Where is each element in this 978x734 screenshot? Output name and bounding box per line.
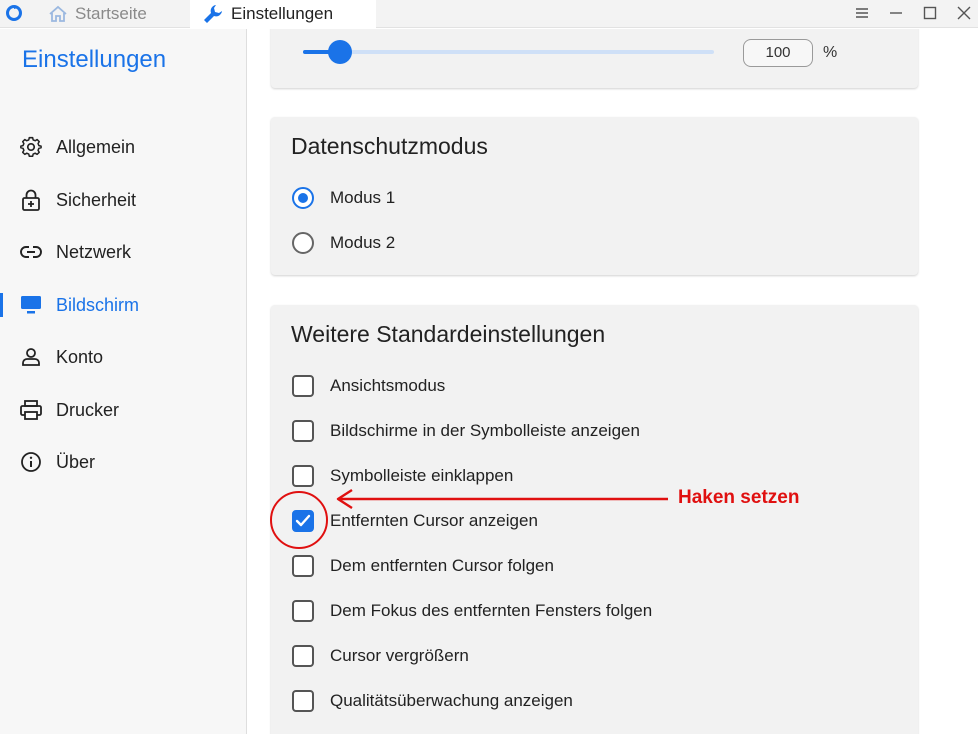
checkbox-label: Qualitätsüberwachung anzeigen (330, 691, 573, 710)
scale-card: 100 % (271, 29, 918, 88)
radio-label: Modus 1 (330, 188, 396, 207)
radio-button[interactable] (292, 187, 314, 209)
maximize-icon[interactable] (921, 4, 939, 22)
tab-home-label: Startseite (75, 4, 147, 23)
main-content: 100 % Datenschutzmodus Modus 1 Modus 2 W… (248, 29, 978, 734)
privacy-title: Datenschutzmodus (291, 133, 488, 159)
radio-modus-1[interactable]: Modus 1 (292, 183, 395, 213)
user-icon (19, 345, 43, 369)
checkbox[interactable] (292, 420, 314, 442)
tab-home[interactable]: Startseite (48, 0, 147, 28)
sidebar-item-label: Drucker (56, 399, 120, 420)
checkbox[interactable] (292, 645, 314, 667)
sidebar-item-label: Bildschirm (56, 294, 140, 315)
app-logo-icon (5, 4, 23, 22)
tab-settings-label: Einstellungen (231, 4, 334, 23)
scale-unit: % (823, 44, 838, 61)
sidebar: Einstellungen Allgemein Sicherheit Netzw… (0, 29, 247, 734)
annotation-arrow-icon (336, 488, 668, 510)
radio-modus-2[interactable]: Modus 2 (292, 228, 395, 258)
more-defaults-card: Weitere Standardeinstellungen Ansichtsmo… (271, 305, 918, 734)
checkbox-ansichtsmodus[interactable]: Ansichtsmodus (292, 371, 445, 401)
checkbox-label: Symbolleiste einklappen (330, 466, 514, 485)
sidebar-item-label: Konto (56, 346, 104, 367)
checkbox-cursor-folgen[interactable]: Dem entfernten Cursor folgen (292, 551, 554, 581)
printer-icon (19, 398, 43, 422)
sidebar-item-label: Über (56, 451, 96, 472)
radio-label: Modus 2 (330, 233, 396, 252)
sidebar-title: Einstellungen (22, 46, 167, 73)
slider-thumb[interactable] (327, 40, 352, 64)
radio-button[interactable] (292, 232, 314, 254)
checkbox-label: Entfernten Cursor anzeigen (330, 511, 538, 530)
gear-icon (19, 135, 43, 159)
checkbox-qualitaetsueberwachung[interactable]: Qualitätsüberwachung anzeigen (292, 686, 573, 716)
scale-row: 100 % (271, 35, 918, 75)
sidebar-item-sicherheit[interactable]: Sicherheit (0, 180, 246, 220)
privacy-card: Datenschutzmodus Modus 1 Modus 2 (271, 117, 918, 275)
checkbox[interactable] (292, 600, 314, 622)
sidebar-item-label: Allgemein (56, 136, 136, 157)
link-icon (19, 240, 43, 264)
sidebar-item-bildschirm[interactable]: Bildschirm (0, 285, 246, 325)
checkbox[interactable] (292, 375, 314, 397)
home-icon (49, 5, 67, 22)
checkbox-fokus-folgen[interactable]: Dem Fokus des entfernten Fensters folgen (292, 596, 652, 626)
more-defaults-title: Weitere Standardeinstellungen (291, 321, 606, 347)
annotation-text: Haken setzen (678, 487, 800, 508)
checkbox-label: Cursor vergrößern (330, 646, 469, 665)
sidebar-item-ueber[interactable]: Über (0, 442, 246, 482)
annotation-circle (270, 491, 328, 549)
sidebar-item-konto[interactable]: Konto (0, 337, 246, 377)
monitor-icon (19, 293, 43, 317)
checkbox-label: Ansichtsmodus (330, 376, 446, 395)
tab-settings[interactable]: Einstellungen (190, 0, 376, 28)
checkbox-label: Dem Fokus des entfernten Fensters folgen (330, 601, 653, 620)
scale-slider[interactable] (303, 40, 714, 64)
sidebar-item-label: Sicherheit (56, 189, 137, 210)
close-icon[interactable] (955, 4, 973, 22)
sidebar-item-netzwerk[interactable]: Netzwerk (0, 232, 246, 272)
scale-value-input[interactable]: 100 (743, 39, 813, 67)
checkbox-label: Dem entfernten Cursor folgen (330, 556, 554, 575)
checkbox[interactable] (292, 690, 314, 712)
sidebar-item-allgemein[interactable]: Allgemein (0, 127, 246, 167)
active-indicator (0, 293, 3, 317)
checkbox-cursor-vergroessern[interactable]: Cursor vergrößern (292, 641, 469, 671)
wrench-icon (204, 5, 222, 23)
info-icon (19, 450, 43, 474)
sidebar-item-drucker[interactable]: Drucker (0, 390, 246, 430)
checkbox[interactable] (292, 555, 314, 577)
checkbox-bildschirme-symbolleiste[interactable]: Bildschirme in der Symbolleiste anzeigen (292, 416, 640, 446)
checkbox-label: Bildschirme in der Symbolleiste anzeigen (330, 421, 640, 440)
checkbox[interactable] (292, 465, 314, 487)
title-bar: Startseite Einstellungen (0, 0, 978, 28)
lock-icon (19, 188, 43, 212)
sidebar-item-label: Netzwerk (56, 241, 132, 262)
menu-icon[interactable] (853, 4, 871, 22)
minimize-icon[interactable] (887, 4, 905, 22)
